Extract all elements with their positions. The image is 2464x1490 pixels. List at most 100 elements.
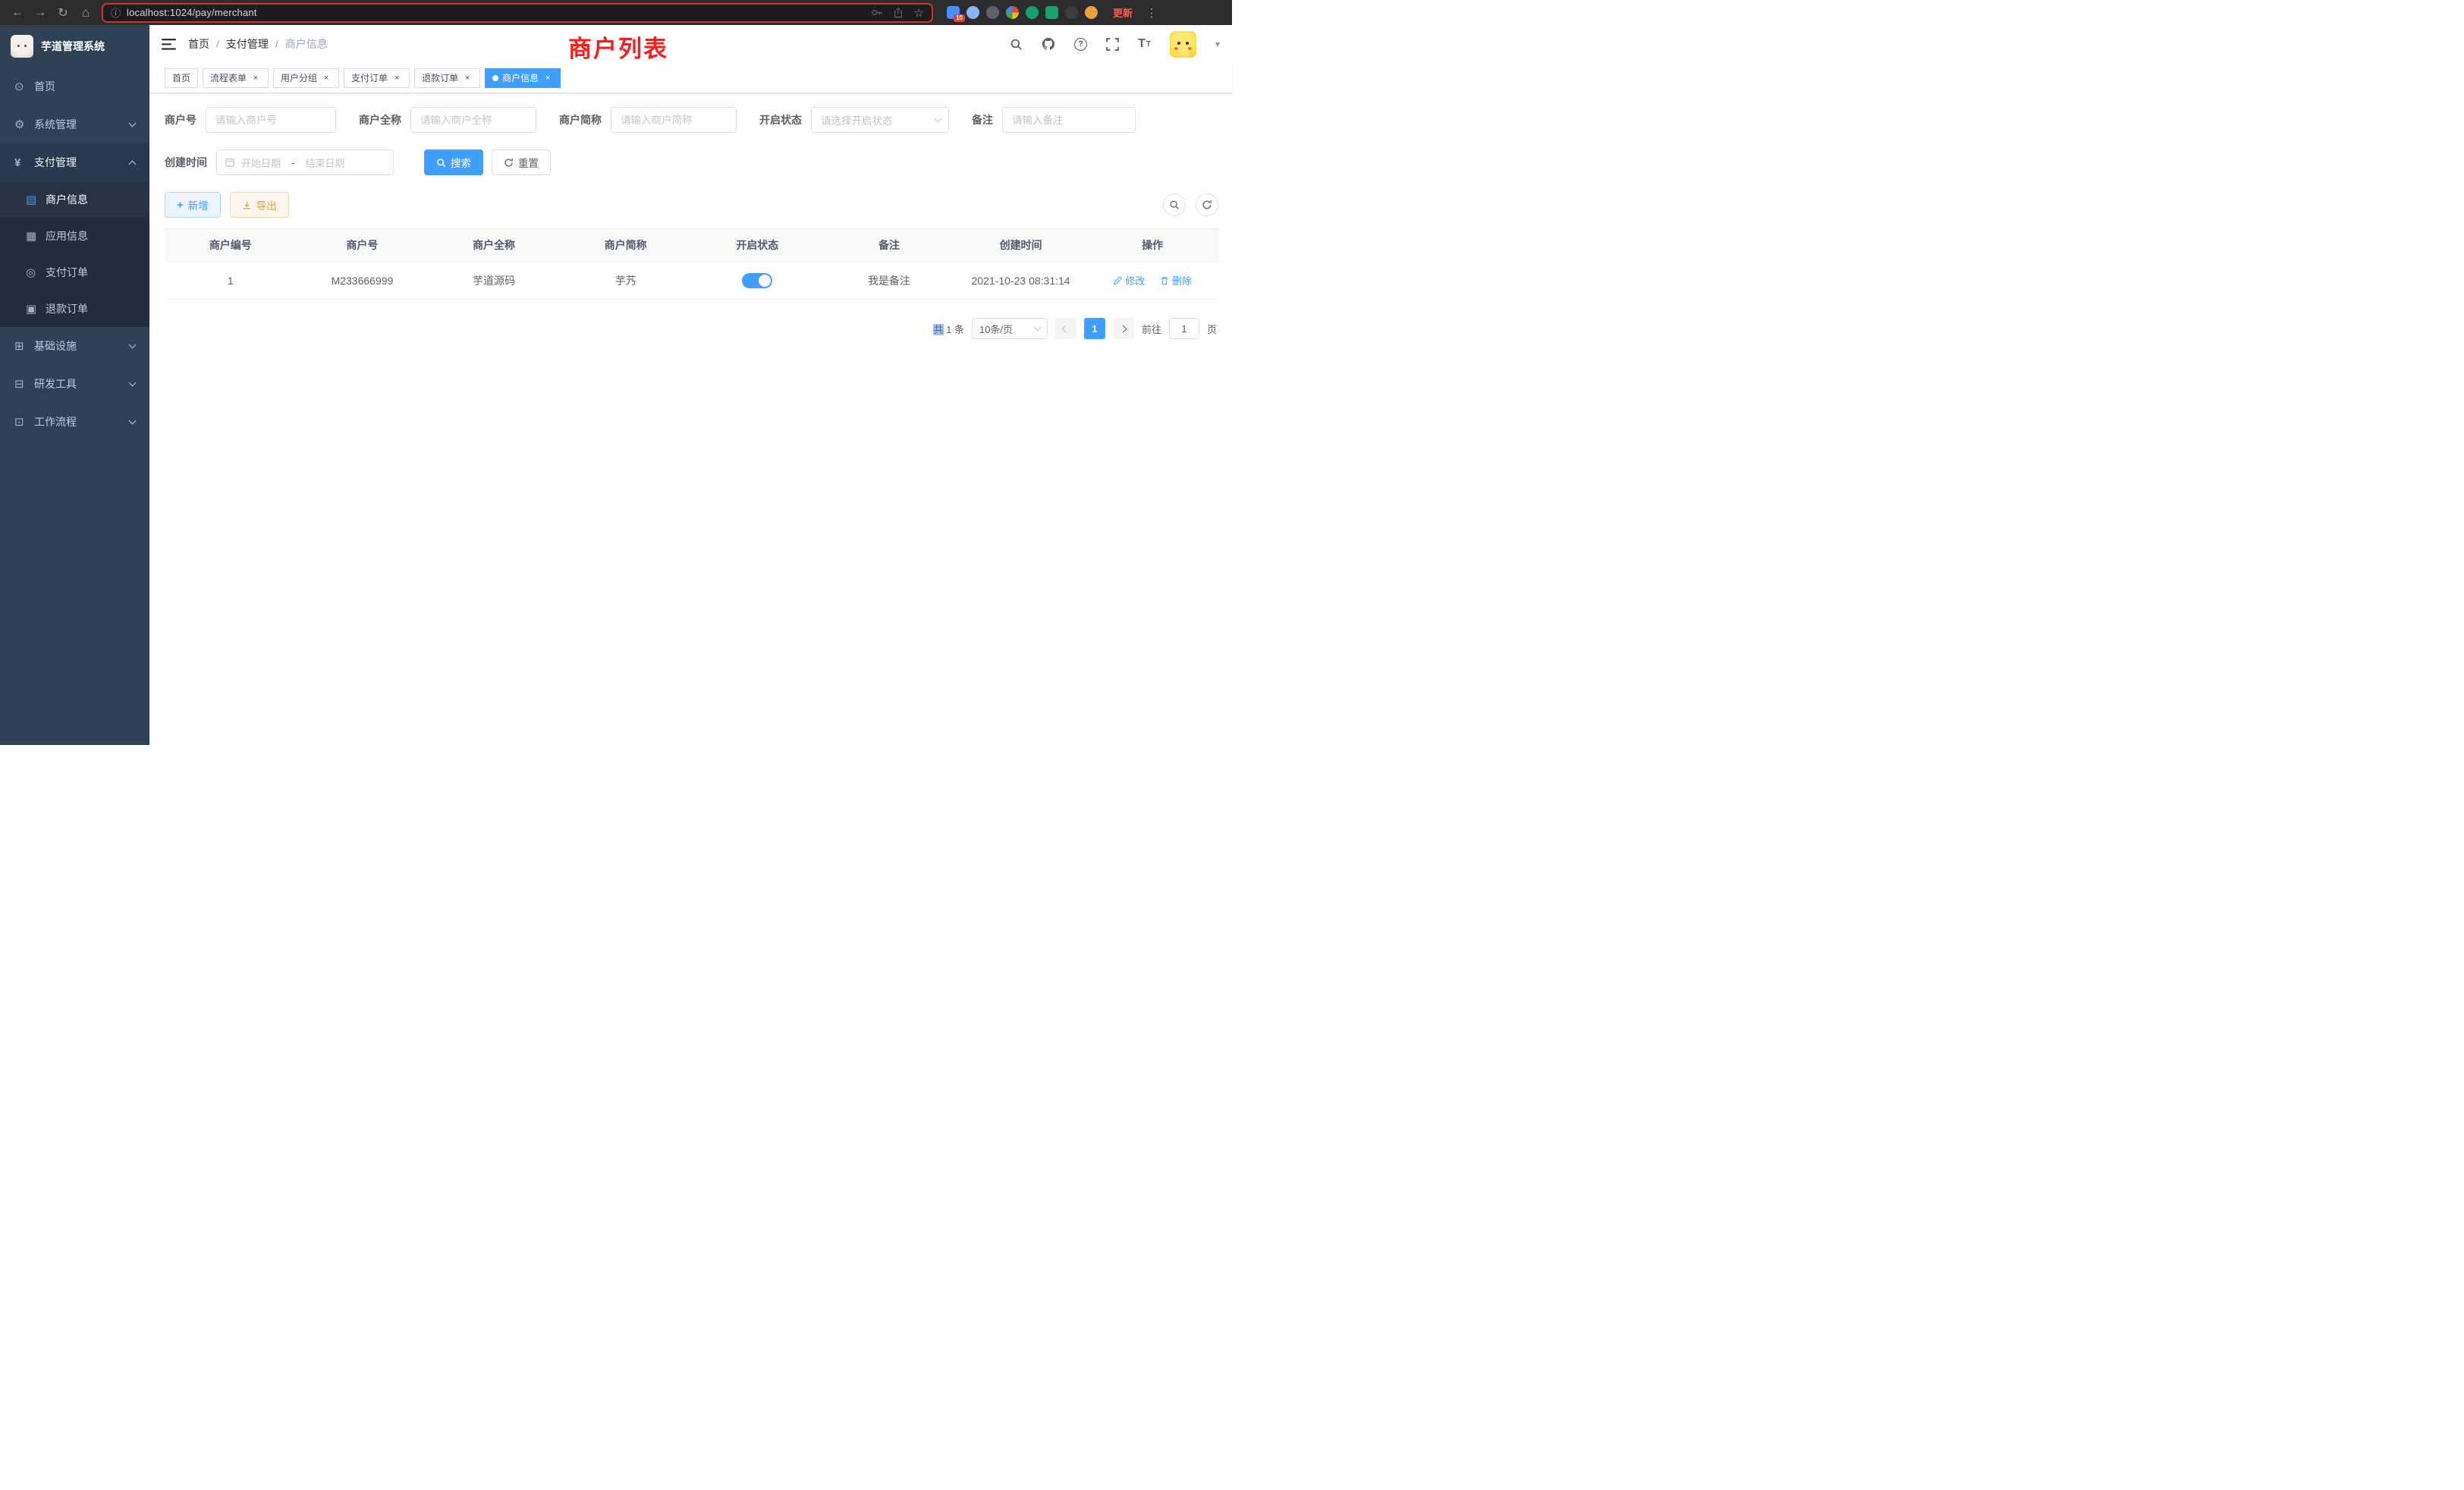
browser-reload-icon[interactable] <box>53 3 73 23</box>
page-unit: 页 <box>1207 322 1217 336</box>
sidebar-item-system[interactable]: 系统管理 <box>0 105 149 143</box>
browser-home-icon[interactable] <box>76 3 96 23</box>
goto-page-input[interactable] <box>1169 318 1199 339</box>
next-page-button[interactable] <box>1113 318 1134 339</box>
yen-icon <box>14 156 34 169</box>
tab-refund-order[interactable]: 退款订单 <box>414 68 480 88</box>
sidebar-item-app-info[interactable]: 应用信息 <box>0 218 149 254</box>
close-icon[interactable] <box>250 73 261 83</box>
tab-process-form[interactable]: 流程表单 <box>203 68 269 88</box>
sidebar-item-home[interactable]: 首页 <box>0 68 149 105</box>
hamburger-menu-icon[interactable] <box>162 39 176 50</box>
sidebar-menu: 首页 系统管理 支付管理 商户信息 应用信息 <box>0 68 149 441</box>
sidebar-item-dev-tools[interactable]: 研发工具 <box>0 365 149 403</box>
active-dot <box>492 75 498 81</box>
address-bar[interactable]: localhost:1024/pay/merchant <box>102 3 933 23</box>
search-icon[interactable] <box>1010 38 1023 51</box>
status-toggle[interactable] <box>742 273 772 288</box>
menu-label: 工作流程 <box>34 414 77 429</box>
delete-link[interactable]: 删除 <box>1160 273 1192 288</box>
short-name-input[interactable] <box>611 107 737 133</box>
col-header-remark: 备注 <box>823 229 955 262</box>
search-button[interactable]: 搜索 <box>424 149 483 175</box>
tab-pay-order[interactable]: 支付订单 <box>344 68 410 88</box>
search-button-label: 搜索 <box>451 155 471 170</box>
user-avatar[interactable] <box>1170 31 1196 58</box>
extension-icon[interactable] <box>986 6 999 19</box>
browser-back-icon[interactable] <box>8 3 27 23</box>
app-logo[interactable]: 芋道管理系统 <box>0 25 149 68</box>
breadcrumb-payment[interactable]: 支付管理 <box>226 36 269 52</box>
url-text: localhost:1024/pay/merchant <box>127 7 257 18</box>
browser-menu-icon[interactable] <box>1142 3 1161 23</box>
extension-icon[interactable] <box>1085 6 1098 19</box>
status-select[interactable]: 请选择开启状态 <box>811 107 949 133</box>
page-1-button[interactable]: 1 <box>1084 318 1105 339</box>
tab-label: 支付订单 <box>351 71 388 84</box>
page-size-select[interactable]: 10条/页 <box>972 318 1048 339</box>
reset-button[interactable]: 重置 <box>492 149 551 175</box>
close-icon[interactable] <box>462 73 473 83</box>
breadcrumb-home[interactable]: 首页 <box>188 36 209 52</box>
extension-icon[interactable] <box>1065 6 1078 19</box>
full-name-input[interactable] <box>410 107 536 133</box>
full-name-label: 商户全称 <box>359 112 401 127</box>
chevron-down-icon <box>129 379 137 386</box>
sidebar-item-refund-order[interactable]: 退款订单 <box>0 291 149 327</box>
table-toolbar: 新增 导出 <box>165 192 1218 218</box>
browser-update-button[interactable]: 更新 <box>1113 5 1133 20</box>
extension-icon[interactable] <box>1045 6 1058 19</box>
menu-label: 系统管理 <box>34 117 77 132</box>
export-button[interactable]: 导出 <box>230 192 289 218</box>
extension-icon[interactable] <box>966 6 979 19</box>
bookmark-star-icon[interactable] <box>914 6 924 20</box>
create-time-range-picker[interactable]: 开始日期 - 结束日期 <box>216 149 394 175</box>
avatar-caret-icon[interactable] <box>1215 37 1220 51</box>
close-icon[interactable] <box>542 73 553 83</box>
add-button[interactable]: 新增 <box>165 192 221 218</box>
extension-icon[interactable] <box>1006 6 1019 19</box>
sidebar-item-workflow[interactable]: 工作流程 <box>0 403 149 441</box>
total-prefix: 共 <box>933 324 943 335</box>
password-key-icon[interactable] <box>871 7 882 18</box>
breadcrumb-separator <box>216 38 219 50</box>
tab-home[interactable]: 首页 <box>165 68 198 88</box>
sidebar-item-infrastructure[interactable]: 基础设施 <box>0 327 149 365</box>
short-name-label: 商户简称 <box>559 112 602 127</box>
refresh-button[interactable] <box>1196 193 1218 216</box>
main-area: 商户列表 首页 支付管理 商户信息 <box>149 25 1232 745</box>
toggle-search-button[interactable] <box>1163 193 1186 216</box>
tab-merchant-info[interactable]: 商户信息 <box>485 68 561 88</box>
chevron-down-icon <box>1034 323 1042 331</box>
menu-label: 支付订单 <box>46 265 88 280</box>
font-size-icon[interactable] <box>1138 37 1151 51</box>
fullscreen-icon[interactable] <box>1106 38 1119 51</box>
extension-icon[interactable] <box>1026 6 1039 19</box>
chevron-down-icon <box>129 417 137 424</box>
create-time-label: 创建时间 <box>165 155 207 170</box>
edit-link[interactable]: 修改 <box>1113 273 1145 288</box>
share-icon[interactable] <box>893 7 904 18</box>
sidebar-item-pay-order[interactable]: 支付订单 <box>0 254 149 291</box>
help-icon[interactable] <box>1074 38 1087 51</box>
close-icon[interactable] <box>321 73 332 83</box>
add-button-label: 新增 <box>188 197 209 212</box>
remark-input[interactable] <box>1002 107 1136 133</box>
app-grid-icon <box>26 229 46 243</box>
browser-forward-icon[interactable] <box>30 3 50 23</box>
browser-toolbar: localhost:1024/pay/merchant 10 更新 <box>0 0 1232 25</box>
tab-label: 用户分组 <box>281 71 317 84</box>
breadcrumb-separator <box>275 38 278 50</box>
tab-user-group[interactable]: 用户分组 <box>273 68 339 88</box>
menu-label: 支付管理 <box>34 155 77 170</box>
merchant-no-input[interactable] <box>206 107 336 133</box>
github-icon[interactable] <box>1042 37 1055 51</box>
sidebar-item-merchant-info[interactable]: 商户信息 <box>0 181 149 218</box>
sidebar-item-payment[interactable]: 支付管理 <box>0 143 149 181</box>
extension-icon[interactable]: 10 <box>947 6 960 19</box>
total-count: 共 1 条 <box>933 322 963 336</box>
prev-page-button[interactable] <box>1055 318 1076 339</box>
close-icon[interactable] <box>391 73 402 83</box>
col-header-id: 商户编号 <box>165 229 297 262</box>
site-info-icon[interactable] <box>111 5 121 20</box>
